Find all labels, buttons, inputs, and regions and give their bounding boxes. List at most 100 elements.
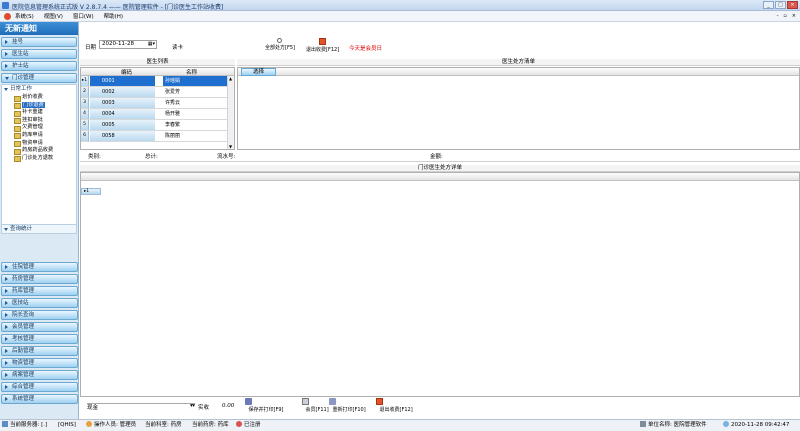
- date-picker[interactable]: 2020-11-28 ▦▾: [99, 40, 157, 49]
- charge-toolbar: 日期 2020-11-28 ▦▾ 读卡 全部处方[F5] 退出收费[F12] 今…: [80, 38, 800, 58]
- nav-group-assessment[interactable]: 考核管理: [1, 334, 78, 344]
- col-name[interactable]: 名称: [186, 68, 197, 76]
- doctor-row[interactable]: 6 0058 陈丽丽: [81, 131, 234, 142]
- nav-group-logistics[interactable]: 后勤管理: [1, 346, 78, 356]
- magnifier-icon: [277, 38, 283, 43]
- minimize-button[interactable]: _: [763, 1, 774, 9]
- tree-item-pricing[interactable]: 划价收费: [14, 94, 76, 102]
- nav-group-director[interactable]: 院长查询: [1, 310, 78, 320]
- exit-charge-button[interactable]: 退出收费[F12]: [376, 398, 413, 413]
- detail-title: 门诊医生处方详单: [80, 165, 800, 172]
- window-title: 医院信息管理系统正式版 V 2.8.7.4 —— 医院管理软件 - [门诊医生工…: [12, 4, 224, 11]
- main-content: 日期 2020-11-28 ▦▾ 读卡 全部处方[F5] 退出收费[F12] 今…: [80, 22, 800, 419]
- row-header: ▸1: [81, 76, 89, 86]
- exit-icon: [319, 38, 327, 45]
- scroll-up-icon[interactable]: ▲: [229, 76, 232, 81]
- nav-group-records[interactable]: 病案管理: [1, 370, 78, 380]
- nav-group-registration[interactable]: 挂号: [1, 37, 77, 47]
- nav-group-outpatient[interactable]: 门诊管理: [1, 73, 77, 83]
- row-header: 2: [81, 87, 89, 97]
- nav-group-medtech[interactable]: 医技站: [1, 298, 78, 308]
- tree-item-card-rebuild[interactable]: 补卡重建: [14, 109, 76, 117]
- nav-group-drug-store[interactable]: 药库管理: [1, 286, 78, 296]
- prescription-detail-table: ▸1: [80, 172, 800, 397]
- doctor-list-title: 医生列表: [80, 59, 235, 66]
- daily-work-title[interactable]: 日常工作: [2, 85, 76, 94]
- nav-group-nurse-station[interactable]: 护士站: [1, 61, 77, 71]
- stats-title[interactable]: 查询统计: [2, 224, 76, 233]
- received-value[interactable]: 0.00: [222, 403, 234, 409]
- nav-group-doctor-station[interactable]: 医生站: [1, 49, 77, 59]
- doctor-row[interactable]: 5 0005 李春繁: [81, 120, 234, 131]
- received-label: 实收: [198, 405, 210, 411]
- nav-group-system[interactable]: 系统管理: [1, 394, 78, 404]
- menu-view[interactable]: 视图(V): [44, 12, 63, 20]
- menu-system[interactable]: 系统(S): [15, 12, 34, 20]
- payment-dropdown-icon[interactable]: ▾: [190, 403, 193, 409]
- tree-item-arrears[interactable]: 欠费管理: [14, 124, 76, 132]
- nav-group-general[interactable]: 综合管理: [1, 382, 78, 392]
- status-time: 2020-11-28 09:42:47: [723, 420, 789, 431]
- nav-group-member[interactable]: 会员管理: [1, 322, 78, 332]
- doctor-row[interactable]: 4 0004 杨开雅: [81, 109, 234, 120]
- row-header: 5: [81, 120, 89, 130]
- tree-item-rx-refund[interactable]: 门诊处方退款: [14, 155, 76, 163]
- doctor-row[interactable]: 3 0003 许秀云: [81, 98, 234, 109]
- member-day-notice: 今天是会员日: [349, 46, 383, 52]
- close-button[interactable]: ×: [787, 1, 798, 9]
- daily-work-tree: 划价收费 门诊退费 补卡重建 挂扣审批 欠费管理 药库申请 物资申请 药房药品收…: [2, 94, 76, 162]
- doctor-row[interactable]: 2 0002 张爱芳: [81, 87, 234, 98]
- row-header: 3: [81, 98, 89, 108]
- row-header: 4: [81, 109, 89, 119]
- server-icon: [2, 421, 8, 427]
- status-department: 当前科室: 药房: [145, 422, 182, 428]
- title-bar: 医院信息管理系统正式版 V 2.8.7.4 —— 医院管理软件 - [门诊医生工…: [0, 0, 800, 11]
- date-value: 2020-11-28: [102, 41, 134, 47]
- membership-button[interactable]: 会员[F11]: [302, 398, 329, 413]
- outpatient-panel: 日常工作 划价收费 门诊退费 补卡重建 挂扣审批 欠费管理 药库申请 物资申请 …: [1, 84, 77, 234]
- exit-charge-top-button[interactable]: 退出收费[F12]: [306, 38, 339, 53]
- payment-method-select[interactable]: 现金 ▾: [87, 403, 195, 411]
- reprint-icon: [329, 398, 336, 405]
- tree-item-drug-request[interactable]: 药库申请: [14, 132, 76, 140]
- doctor-row[interactable]: ▸1 0001 孙瑶娟: [81, 76, 234, 87]
- scroll-down-icon[interactable]: ▼: [229, 144, 232, 149]
- doctor-table-header: 编码 名称: [81, 68, 234, 76]
- exit-icon: [376, 398, 383, 405]
- status-bar: 当前服务器: [.] [QHIS] 操作人员: 管理员 当前科室: 药房 当前药…: [0, 419, 800, 431]
- mdi-restore-button[interactable]: ▫: [783, 13, 786, 19]
- read-card-label[interactable]: 读卡: [172, 43, 183, 51]
- lock-icon: [236, 421, 242, 427]
- detail-row-header[interactable]: ▸1: [81, 188, 101, 195]
- app-icon: [2, 2, 9, 9]
- nav-group-pharmacy[interactable]: 药房管理: [1, 274, 78, 284]
- total-label: 总计:: [145, 154, 158, 160]
- mdi-minimize-button[interactable]: -: [777, 13, 779, 19]
- category-label: 类别:: [88, 154, 101, 160]
- menu-help[interactable]: 帮助(H): [104, 12, 123, 20]
- all-prescriptions-button[interactable]: 全部处方[F5]: [265, 38, 295, 51]
- save-print-button[interactable]: 保存并打印[F9]: [245, 398, 283, 413]
- menu-window[interactable]: 窗口(W): [73, 12, 94, 20]
- maximize-button[interactable]: □: [775, 1, 786, 9]
- menu-app-icon: [4, 12, 11, 20]
- select-column-header[interactable]: 选择: [241, 68, 276, 76]
- nav-group-inpatient[interactable]: 住院管理: [1, 262, 78, 272]
- prescription-table: 选择: [237, 67, 800, 150]
- mdi-close-button[interactable]: ×: [792, 13, 796, 19]
- bottom-nav-groups: 住院管理 药房管理 药库管理 医技站 院长查询 会员管理 考核管理 后勤管理 物…: [0, 260, 79, 404]
- status-operator: 操作人员: 管理员: [86, 420, 136, 431]
- serial-label: 流水号:: [217, 154, 236, 160]
- calendar-dropdown-icon[interactable]: ▦▾: [148, 41, 155, 48]
- status-server: 当前服务器: [.]: [2, 420, 47, 431]
- notice-banner: 无新通知: [0, 22, 78, 35]
- user-icon: [86, 421, 92, 427]
- doctor-table-scrollbar[interactable]: ▲ ▼: [227, 76, 234, 149]
- reprint-button[interactable]: 重新打印[F10]: [329, 398, 366, 413]
- mdi-controls: - ▫ ×: [777, 13, 796, 19]
- col-code[interactable]: 编码: [121, 68, 132, 76]
- tree-item-pharmacy-charge[interactable]: 药房药品收费: [14, 147, 76, 155]
- nav-group-supplies[interactable]: 物资管理: [1, 358, 78, 368]
- payment-bar: 现金 ▾ ▾ 实收 0.00 保存并打印[F9] 会员[F11] 重新打印[F1…: [80, 398, 800, 418]
- detail-table-header: [81, 173, 799, 181]
